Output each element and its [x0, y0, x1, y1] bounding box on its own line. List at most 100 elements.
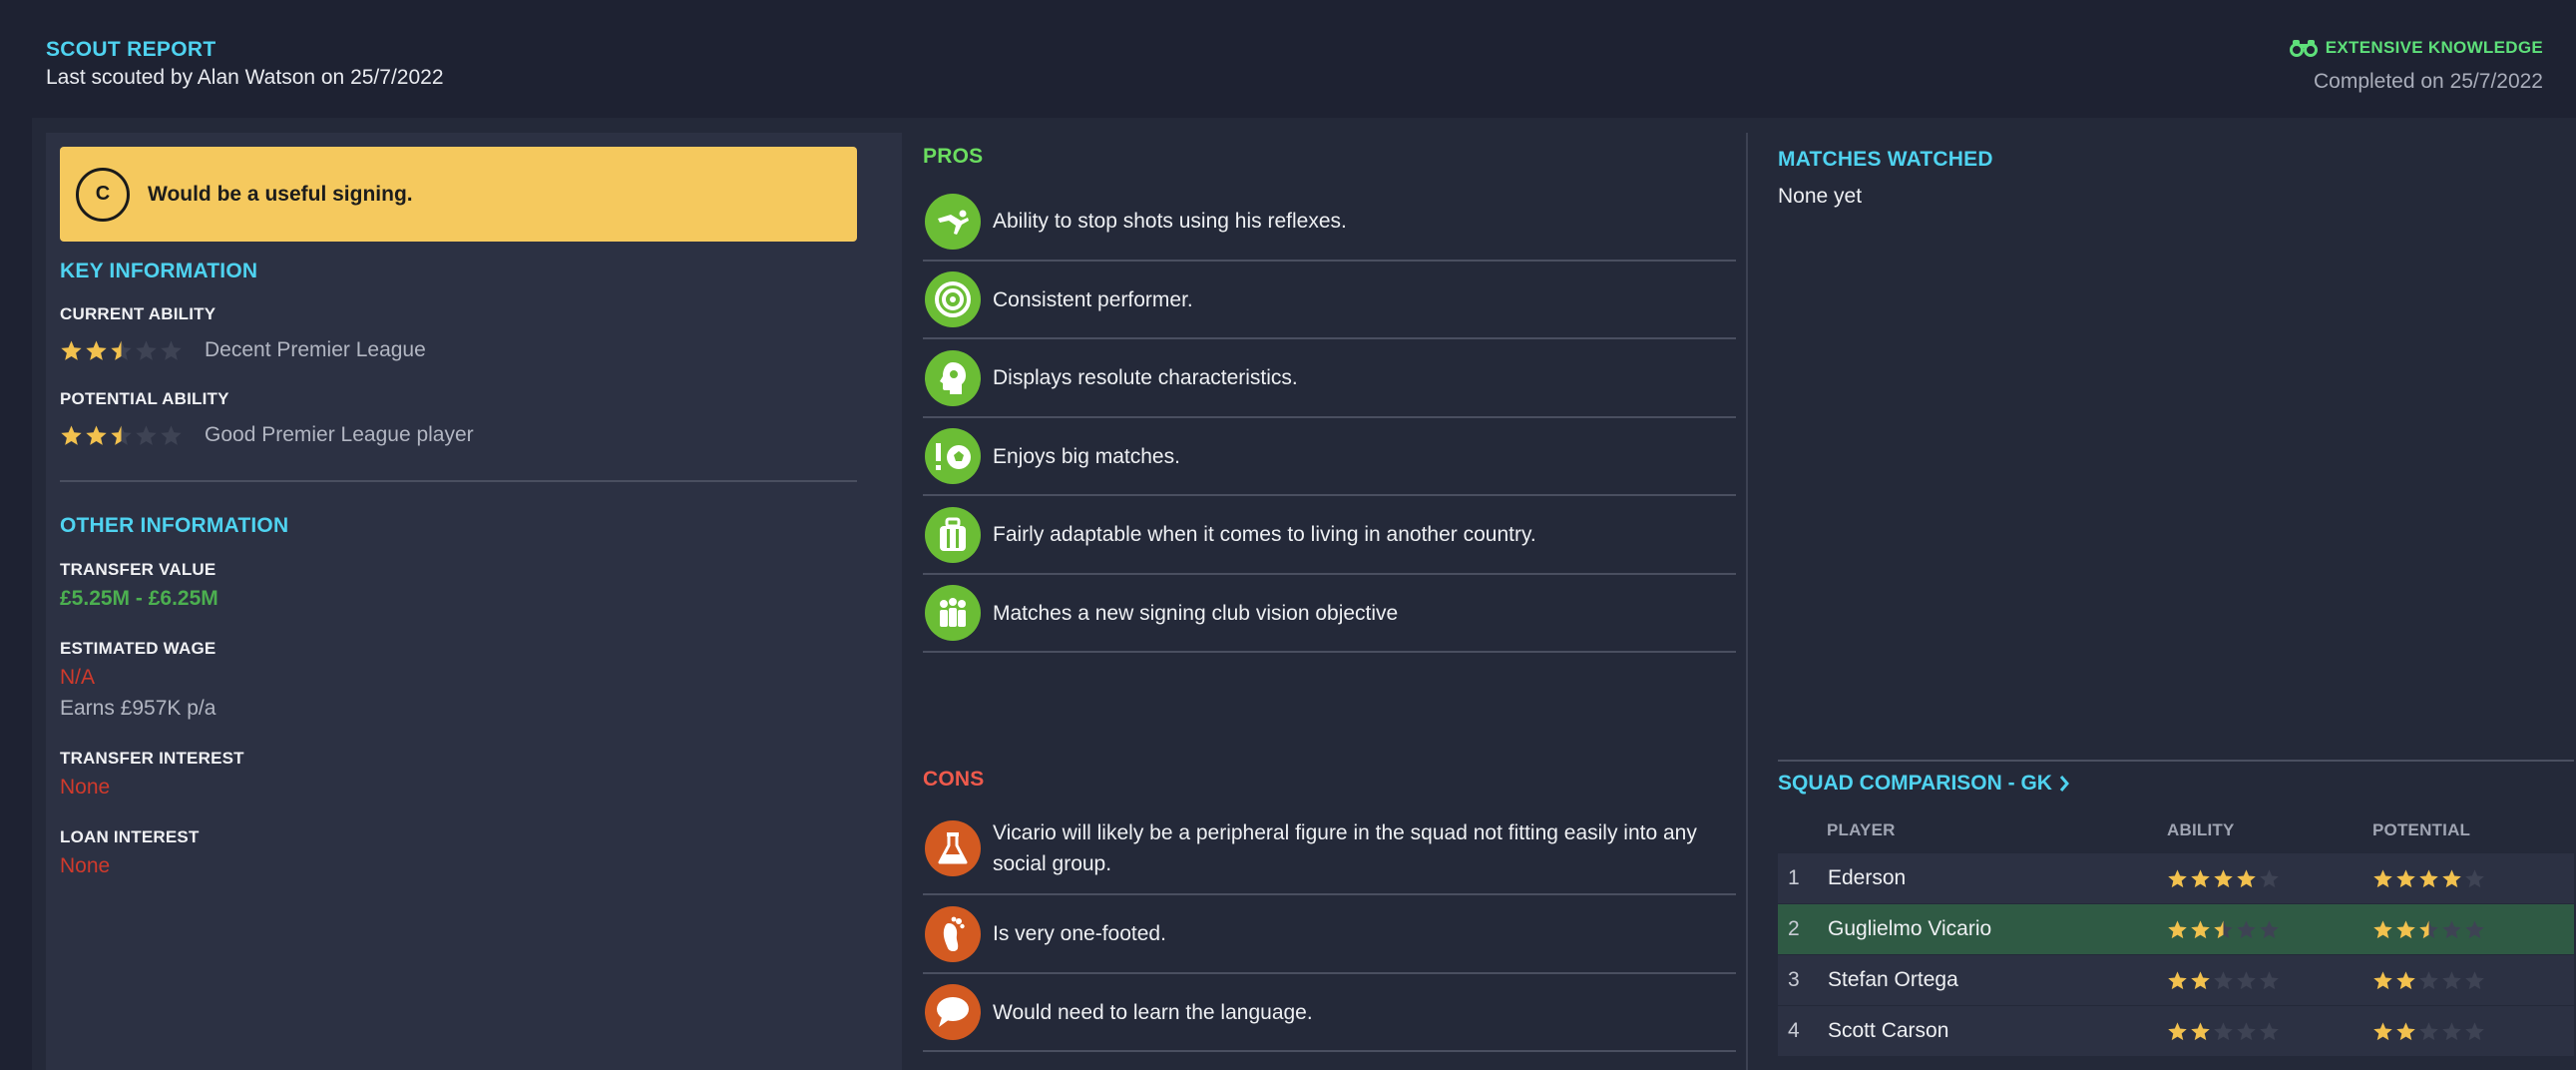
table-row-highlighted[interactable]: 2 Guglielmo Vicario — [1778, 904, 2574, 954]
ability-stars — [2167, 970, 2280, 991]
potential-stars — [2372, 1021, 2485, 1042]
verdict-text: Would be a useful signing. — [148, 182, 413, 206]
star-icon — [111, 424, 132, 445]
ability-stars — [2167, 1021, 2280, 1042]
foot-icon — [943, 916, 965, 951]
flask-icon — [938, 832, 968, 864]
player-name[interactable]: Stefan Ortega — [1828, 968, 1958, 992]
binoculars-icon — [2289, 40, 2318, 57]
exclamation-football-icon — [936, 443, 971, 470]
potential-ability-row: Good Premier League player — [60, 423, 474, 447]
report-title: SCOUT REPORT — [46, 38, 216, 61]
star-icon — [2419, 1021, 2438, 1040]
transfer-interest-label: TRANSFER INTEREST — [60, 749, 244, 768]
star-icon — [2373, 919, 2392, 938]
pro-text: Ability to stop shots using his reflexes… — [993, 210, 1347, 233]
last-scouted-text: Last scouted by Alan Watson on 25/7/2022 — [46, 66, 444, 89]
current-ability-text: Decent Premier League — [205, 338, 426, 361]
star-icon — [111, 339, 132, 360]
current-ability-row: Decent Premier League — [60, 338, 426, 362]
table-row[interactable]: 3 Stefan Ortega — [1778, 955, 2574, 1005]
star-icon — [2419, 919, 2438, 938]
matches-watched-title: MATCHES WATCHED — [1778, 148, 1993, 171]
star-icon — [2260, 919, 2279, 938]
report-header: SCOUT REPORT Last scouted by Alan Watson… — [0, 0, 2576, 118]
table-row[interactable]: 1 Ederson — [1778, 853, 2574, 903]
matches-squad-panel: MATCHES WATCHED None yet SQUAD COMPARISO… — [1748, 133, 2576, 1070]
con-item: Vicario will likely be a peripheral figu… — [923, 803, 1736, 895]
star-icon — [61, 339, 82, 360]
star-icon — [161, 424, 182, 445]
con-text: Vicario will likely be a peripheral figu… — [993, 821, 1697, 875]
star-icon — [2465, 868, 2484, 887]
estimated-wage-value: N/A — [60, 666, 96, 689]
star-icon — [2419, 868, 2438, 887]
row-number: 2 — [1788, 917, 1800, 940]
star-icon — [136, 424, 157, 445]
pro-item: Consistent performer. — [923, 262, 1736, 339]
star-icon — [2442, 970, 2461, 989]
star-icon — [2237, 1021, 2256, 1040]
star-icon — [2168, 919, 2187, 938]
star-icon — [2260, 970, 2279, 989]
transfer-value-label: TRANSFER VALUE — [60, 560, 216, 579]
current-ability-stars — [60, 339, 183, 362]
grade-badge: C — [76, 167, 130, 222]
pro-text: Fairly adaptable when it comes to living… — [993, 523, 1536, 546]
row-number: 4 — [1788, 1019, 1800, 1042]
star-icon — [2191, 970, 2210, 989]
player-name[interactable]: Ederson — [1828, 866, 1906, 890]
potential-column-header[interactable]: POTENTIAL — [2372, 820, 2470, 840]
star-icon — [2237, 919, 2256, 938]
chevron-right-icon — [2059, 776, 2069, 792]
matches-watched-text: None yet — [1778, 185, 1863, 208]
table-row[interactable]: 4 Scott Carson — [1778, 1006, 2574, 1056]
star-icon — [2419, 970, 2438, 989]
other-information-title: OTHER INFORMATION — [60, 514, 289, 537]
star-icon — [2168, 868, 2187, 887]
con-item: Is very one-footed. — [923, 895, 1736, 974]
pro-item: Displays resolute characteristics. — [923, 339, 1736, 418]
ability-stars — [2167, 919, 2280, 940]
completed-date: Completed on 25/7/2022 — [2313, 70, 2543, 93]
pro-item: Matches a new signing club vision object… — [923, 575, 1736, 653]
ability-column-header[interactable]: ABILITY — [2167, 820, 2235, 840]
row-number: 1 — [1788, 866, 1800, 889]
suitcase-icon — [940, 517, 966, 551]
verdict-banner: C Would be a useful signing. — [60, 147, 857, 242]
star-icon — [86, 424, 107, 445]
loan-interest-label: LOAN INTEREST — [60, 827, 200, 846]
target-icon — [935, 281, 971, 317]
row-number: 3 — [1788, 968, 1800, 991]
star-icon — [2214, 919, 2233, 938]
potential-ability-label: POTENTIAL ABILITY — [60, 389, 229, 408]
group-icon — [940, 598, 966, 627]
star-icon — [2396, 868, 2415, 887]
speech-bubble-icon — [937, 997, 969, 1027]
transfer-interest-value: None — [60, 776, 111, 799]
star-icon — [136, 339, 157, 360]
star-icon — [2465, 919, 2484, 938]
cons-title: CONS — [923, 768, 985, 791]
player-name[interactable]: Guglielmo Vicario — [1828, 917, 1991, 941]
squad-divider — [1778, 760, 2574, 762]
star-icon — [161, 339, 182, 360]
star-icon — [2465, 1021, 2484, 1040]
key-information-title: KEY INFORMATION — [60, 260, 258, 282]
pro-text: Matches a new signing club vision object… — [993, 601, 1399, 625]
estimated-wage-label: ESTIMATED WAGE — [60, 639, 216, 658]
potential-ability-stars — [60, 424, 183, 447]
star-icon — [2168, 1021, 2187, 1040]
star-icon — [61, 424, 82, 445]
star-icon — [2396, 919, 2415, 938]
player-column-header[interactable]: PLAYER — [1827, 820, 1896, 840]
star-icon — [2442, 868, 2461, 887]
squad-comparison-link[interactable]: SQUAD COMPARISON - GK — [1778, 772, 2070, 796]
potential-stars — [2372, 868, 2485, 889]
player-name[interactable]: Scott Carson — [1828, 1019, 1948, 1043]
star-icon — [2214, 868, 2233, 887]
con-item: Would need to learn the language. — [923, 974, 1736, 1052]
pro-text: Enjoys big matches. — [993, 444, 1180, 468]
pros-cons-panel: PROS Ability to stop shots using his ref… — [908, 133, 1746, 1070]
potential-stars — [2372, 919, 2485, 940]
